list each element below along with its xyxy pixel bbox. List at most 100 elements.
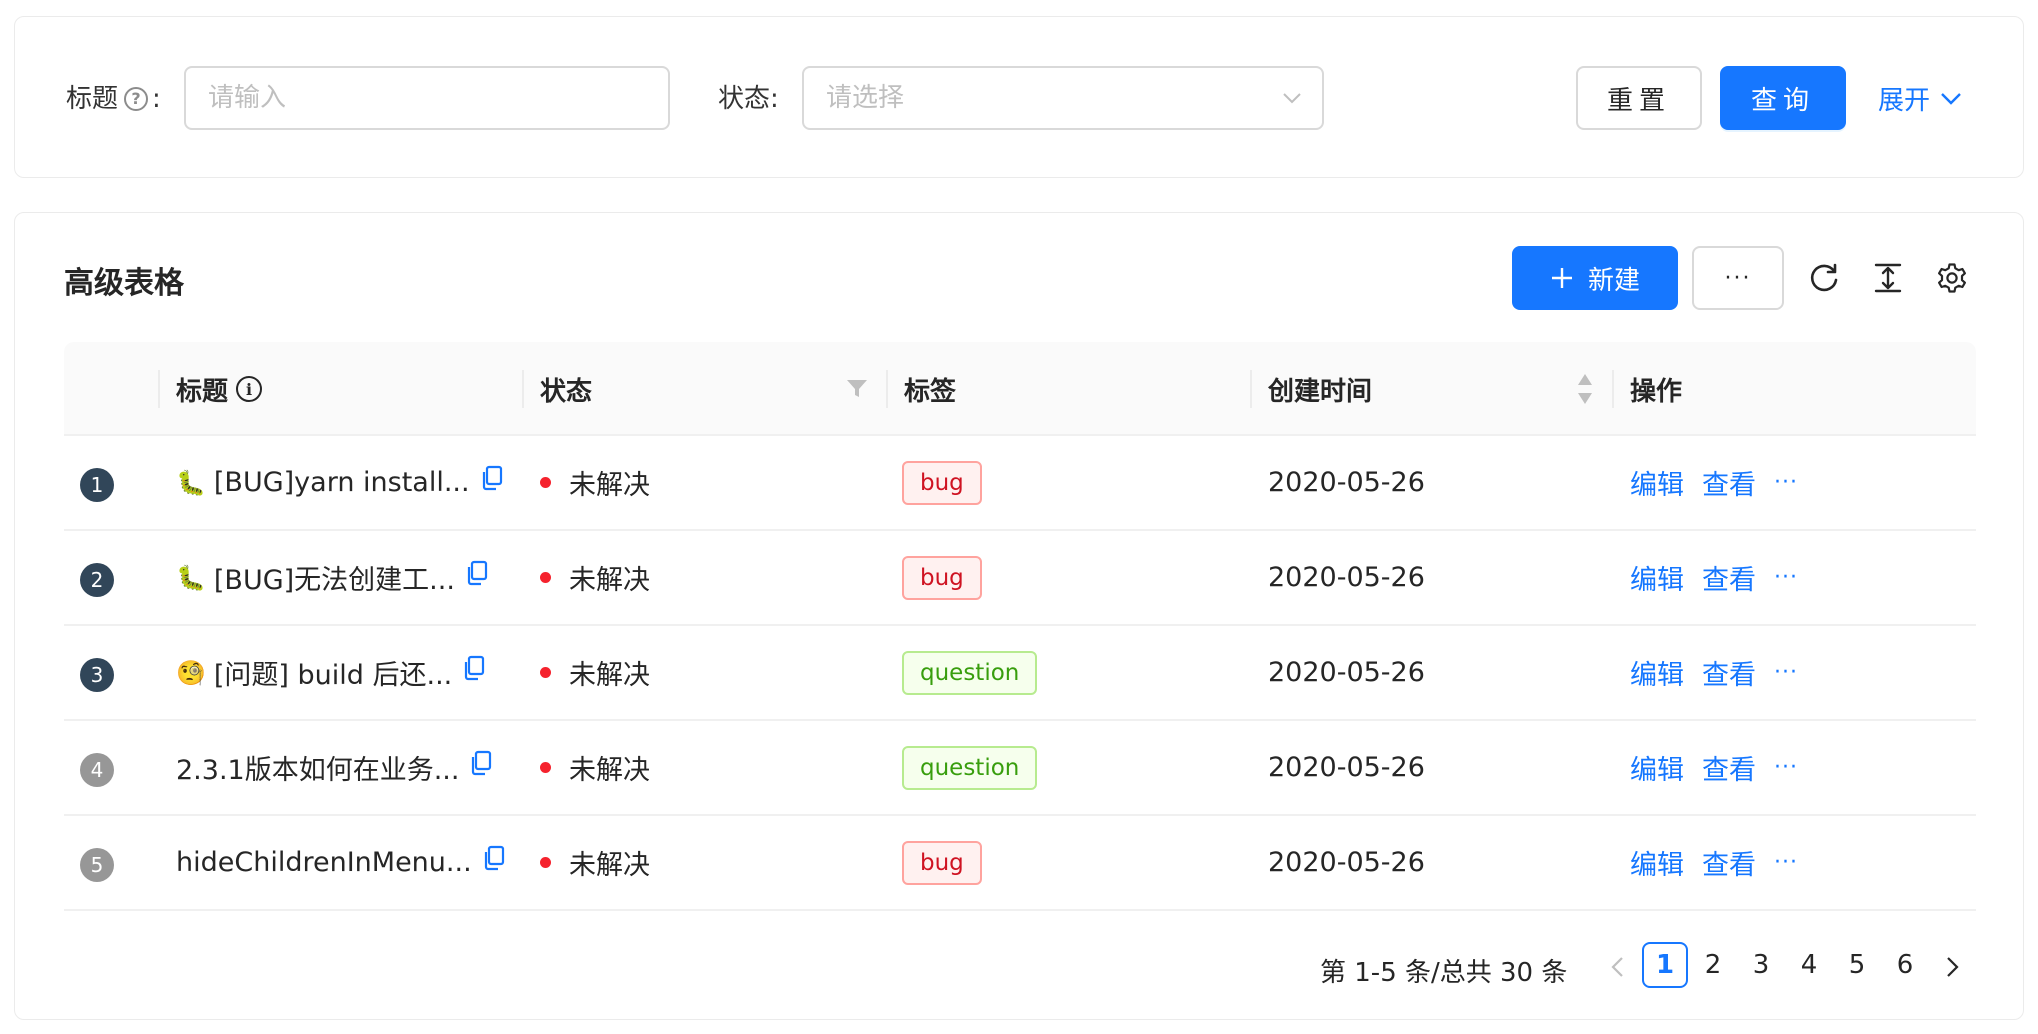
- copy-icon[interactable]: [482, 845, 506, 871]
- title-filter-label: 标题 ? :: [66, 82, 161, 116]
- status-dot: [540, 572, 551, 583]
- page-6[interactable]: 6: [1882, 942, 1928, 988]
- query-button[interactable]: 查询: [1720, 66, 1846, 130]
- issue-title: [BUG]无法创建工...: [213, 565, 455, 596]
- tags-cell: bug: [902, 436, 982, 529]
- status-text: 未解决: [569, 470, 650, 501]
- filter-icon[interactable]: [846, 378, 868, 400]
- more-icon[interactable]: ···: [1774, 755, 1798, 780]
- tag-bug: bug: [902, 460, 982, 505]
- page-1[interactable]: 1: [1642, 942, 1688, 988]
- tag-question: question: [902, 745, 1038, 790]
- header-separator: [158, 370, 160, 408]
- new-button[interactable]: 新建: [1512, 246, 1678, 310]
- thinking-face-icon: 🧐: [176, 658, 206, 687]
- table-row: 4 2.3.1版本如何在业务... 未解决 question 2020-05-2…: [64, 721, 1976, 816]
- issue-title: 2.3.1版本如何在业务...: [176, 755, 460, 786]
- view-link[interactable]: 查看: [1702, 463, 1756, 502]
- row-index-badge: 2: [80, 563, 114, 597]
- page-5[interactable]: 5: [1834, 942, 1880, 988]
- title-filter-colon: :: [152, 84, 161, 114]
- view-link[interactable]: 查看: [1702, 843, 1756, 882]
- sort-icon[interactable]: [1576, 372, 1594, 406]
- view-link[interactable]: 查看: [1702, 748, 1756, 787]
- status-text: 未解决: [569, 850, 650, 881]
- status-dot: [540, 477, 551, 488]
- more-icon[interactable]: ···: [1774, 565, 1798, 590]
- issue-title: hideChildrenInMenu...: [176, 847, 472, 878]
- tags-cell: bug: [902, 531, 982, 624]
- status-select-placeholder: 请选择: [826, 83, 905, 113]
- edit-link[interactable]: 编辑: [1630, 748, 1684, 787]
- copy-icon[interactable]: [465, 560, 489, 586]
- row-index-badge: 3: [80, 658, 114, 692]
- header-separator: [1612, 370, 1614, 408]
- created-at-cell: 2020-05-26: [1268, 467, 1425, 498]
- more-actions-button[interactable]: ···: [1692, 246, 1784, 310]
- more-icon[interactable]: ···: [1774, 660, 1798, 685]
- status-dot: [540, 762, 551, 773]
- copy-icon[interactable]: [480, 465, 504, 491]
- expand-toggle[interactable]: 展开: [1878, 80, 1962, 117]
- reload-icon[interactable]: [1808, 262, 1840, 294]
- setting-gear-icon[interactable]: [1936, 262, 1968, 294]
- copy-icon[interactable]: [469, 750, 493, 776]
- bug-icon: 🐛: [176, 563, 206, 592]
- page-4[interactable]: 4: [1786, 942, 1832, 988]
- tags-cell: question: [902, 626, 1038, 719]
- status-cell: 未解决: [540, 436, 650, 529]
- created-at-cell: 2020-05-26: [1268, 752, 1425, 783]
- more-icon[interactable]: ···: [1774, 470, 1798, 495]
- tag-bug: bug: [902, 840, 982, 885]
- row-index-badge: 1: [80, 468, 114, 502]
- more-icon[interactable]: ···: [1774, 850, 1798, 875]
- status-dot: [540, 667, 551, 678]
- table-title: 高级表格: [64, 266, 184, 301]
- chevron-left-icon[interactable]: [1610, 956, 1626, 978]
- status-text: 未解决: [569, 755, 650, 786]
- reset-button[interactable]: 重置: [1576, 66, 1702, 130]
- table-row: 3 🧐 [问题] build 后还... 未解决 question 2020-0…: [64, 626, 1976, 721]
- header-separator: [522, 370, 524, 408]
- tags-cell: bug: [902, 816, 982, 909]
- created-at-cell: 2020-05-26: [1268, 847, 1425, 878]
- edit-link[interactable]: 编辑: [1630, 463, 1684, 502]
- plus-icon: [1551, 268, 1572, 288]
- info-circle-icon[interactable]: i: [236, 376, 263, 402]
- table-row: 2 🐛 [BUG]无法创建工... 未解决 bug 2020-05-26 编辑 …: [64, 531, 1976, 626]
- column-header-created-at[interactable]: 创建时间: [1268, 342, 1372, 436]
- question-circle-icon[interactable]: ?: [124, 87, 149, 111]
- chevron-down-icon: [1283, 93, 1301, 104]
- actions-cell: 编辑 查看 ···: [1630, 721, 1798, 814]
- view-link[interactable]: 查看: [1702, 653, 1756, 692]
- status-cell: 未解决: [540, 721, 650, 814]
- table-header: 标题 i 状态 标签 创建时间 操作: [64, 342, 1976, 436]
- title-search-input[interactable]: [184, 66, 670, 130]
- edit-link[interactable]: 编辑: [1630, 558, 1684, 597]
- page-3[interactable]: 3: [1738, 942, 1784, 988]
- edit-link[interactable]: 编辑: [1630, 843, 1684, 882]
- row-index-badge: 4: [80, 753, 114, 787]
- status-text: 未解决: [569, 660, 650, 691]
- column-header-status: 状态: [540, 376, 593, 407]
- page-2[interactable]: 2: [1690, 942, 1736, 988]
- column-header-tags: 标签: [904, 376, 957, 407]
- copy-icon[interactable]: [462, 655, 486, 681]
- title-cell: 🧐 [问题] build 后还...: [176, 626, 486, 719]
- column-height-icon[interactable]: [1872, 262, 1904, 294]
- issue-title: [BUG]yarn install...: [213, 467, 470, 498]
- table-row: 1 🐛 [BUG]yarn install... 未解决 bug 2020-05…: [64, 436, 1976, 531]
- edit-link[interactable]: 编辑: [1630, 653, 1684, 692]
- expand-label: 展开: [1878, 86, 1931, 116]
- status-cell: 未解决: [540, 816, 650, 909]
- chevron-right-icon[interactable]: [1944, 956, 1960, 978]
- title-cell: 🐛 [BUG]yarn install...: [176, 436, 504, 529]
- status-select[interactable]: 请选择: [802, 66, 1324, 130]
- created-at-cell: 2020-05-26: [1268, 657, 1425, 688]
- status-text: 未解决: [569, 565, 650, 596]
- title-filter-label-text: 标题: [66, 84, 119, 114]
- view-link[interactable]: 查看: [1702, 558, 1756, 597]
- created-at-cell: 2020-05-26: [1268, 562, 1425, 593]
- column-header-title: 标题 i: [176, 342, 263, 436]
- status-dot: [540, 857, 551, 868]
